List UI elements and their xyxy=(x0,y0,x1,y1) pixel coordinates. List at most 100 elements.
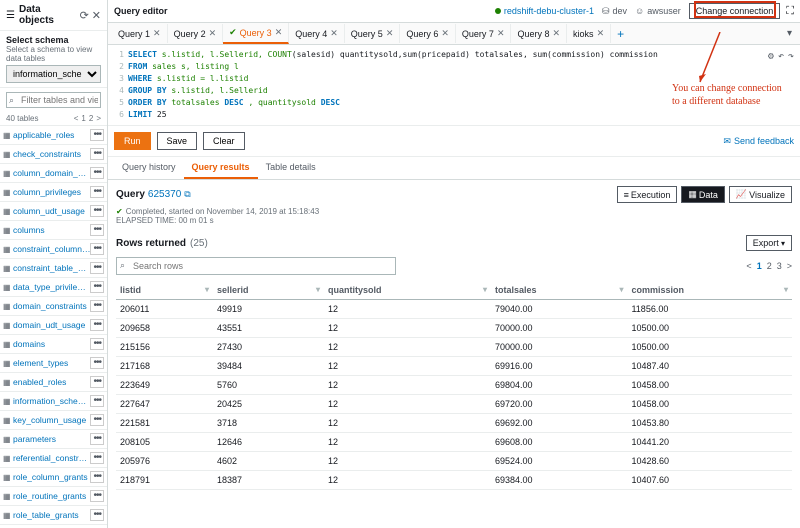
table-row[interactable]: 20597646021269524.0010428.60 xyxy=(116,452,792,471)
more-icon[interactable]: ••• xyxy=(90,395,104,407)
search-rows-input[interactable] xyxy=(116,257,396,275)
table-item[interactable]: ▦referential_constraints••• xyxy=(0,449,107,468)
change-connection-button[interactable]: Change connection xyxy=(689,3,781,19)
page-prev[interactable]: < xyxy=(74,114,79,123)
close-tab-icon[interactable]: ✕ xyxy=(153,28,161,39)
sort-icon[interactable]: ▾ xyxy=(205,285,209,294)
table-item[interactable]: ▦columns••• xyxy=(0,221,107,240)
more-icon[interactable]: ••• xyxy=(90,262,104,274)
visualize-button[interactable]: 📈Visualize xyxy=(729,186,792,203)
more-icon[interactable]: ••• xyxy=(90,319,104,331)
table-item[interactable]: ▦applicable_roles••• xyxy=(0,126,107,145)
table-row[interactable]: 227647204251269720.0010458.00 xyxy=(116,395,792,414)
export-button[interactable]: Export xyxy=(746,235,792,251)
table-item[interactable]: ▦domain_udt_usage••• xyxy=(0,316,107,335)
column-header[interactable]: quantitysold▾ xyxy=(324,281,491,300)
external-link-icon[interactable]: ⧉ xyxy=(184,189,190,200)
table-item[interactable]: ▦column_privileges••• xyxy=(0,183,107,202)
page-total[interactable]: 2 xyxy=(89,114,93,123)
tab-query-results[interactable]: Query results xyxy=(184,157,258,179)
table-row[interactable]: 208105126461269608.0010441.20 xyxy=(116,433,792,452)
more-icon[interactable]: ••• xyxy=(90,281,104,293)
column-header[interactable]: sellerid▾ xyxy=(213,281,324,300)
query-tab[interactable]: Query 6✕ xyxy=(400,24,456,43)
page-next[interactable]: > xyxy=(96,114,101,123)
more-icon[interactable]: ••• xyxy=(90,509,104,521)
rows-page-2[interactable]: 2 xyxy=(767,261,772,271)
table-row[interactable]: 209658435511270000.0010500.00 xyxy=(116,319,792,338)
table-item[interactable]: ▦column_udt_usage••• xyxy=(0,202,107,221)
query-id[interactable]: 625370 xyxy=(148,189,181,200)
table-item[interactable]: ▦key_column_usage••• xyxy=(0,411,107,430)
more-icon[interactable]: ••• xyxy=(90,433,104,445)
table-item[interactable]: ▦element_types••• xyxy=(0,354,107,373)
table-row[interactable]: 217168394841269916.0010487.40 xyxy=(116,357,792,376)
close-tab-icon[interactable]: ✕ xyxy=(441,28,449,39)
close-tab-icon[interactable]: ✕ xyxy=(275,27,283,38)
table-item[interactable]: ▦role_routine_grants••• xyxy=(0,487,107,506)
sort-icon[interactable]: ▾ xyxy=(784,285,788,294)
more-icon[interactable]: ••• xyxy=(90,300,104,312)
close-tab-icon[interactable]: ✕ xyxy=(330,28,338,39)
query-tab[interactable]: Query 5✕ xyxy=(345,24,401,43)
query-tab[interactable]: Query 1✕ xyxy=(112,24,168,43)
table-item[interactable]: ▦enabled_roles••• xyxy=(0,373,107,392)
more-icon[interactable]: ••• xyxy=(90,186,104,198)
sort-icon[interactable]: ▾ xyxy=(316,285,320,294)
close-tab-icon[interactable]: ✕ xyxy=(386,28,394,39)
sort-icon[interactable]: ▾ xyxy=(619,285,623,294)
execution-button[interactable]: ≡Execution xyxy=(617,186,678,203)
rows-prev[interactable]: < xyxy=(746,261,751,271)
more-icon[interactable]: ••• xyxy=(90,452,104,464)
table-item[interactable]: ▦parameters••• xyxy=(0,430,107,449)
editor-redo-icon[interactable]: ↷ xyxy=(788,49,794,64)
column-header[interactable]: commission▾ xyxy=(627,281,792,300)
more-icon[interactable]: ••• xyxy=(90,357,104,369)
table-row[interactable]: 206011499191279040.0011856.00 xyxy=(116,300,792,319)
table-item[interactable]: ▦constraint_column_usage••• xyxy=(0,240,107,259)
fullscreen-icon[interactable]: ⛶ xyxy=(786,5,794,18)
query-tab[interactable]: Query 4✕ xyxy=(289,24,345,43)
tab-query-history[interactable]: Query history xyxy=(114,157,184,179)
sidebar-expand-icon[interactable]: ☰ xyxy=(6,10,15,21)
more-icon[interactable]: ••• xyxy=(90,224,104,236)
rows-next[interactable]: > xyxy=(787,261,792,271)
more-icon[interactable]: ••• xyxy=(90,414,104,426)
filter-tables-input[interactable] xyxy=(6,92,101,108)
tab-table-details[interactable]: Table details xyxy=(258,157,324,179)
close-icon[interactable]: ✕ xyxy=(92,9,101,22)
table-row[interactable]: 22158137181269692.0010453.80 xyxy=(116,414,792,433)
query-tab[interactable]: Query 8✕ xyxy=(511,24,567,43)
refresh-icon[interactable]: ⟳ xyxy=(80,9,89,22)
table-row[interactable]: 215156274301270000.0010500.00 xyxy=(116,338,792,357)
more-icon[interactable]: ••• xyxy=(90,243,104,255)
query-tab[interactable]: kioks✕ xyxy=(567,24,611,43)
table-item[interactable]: ▦constraint_table_usage••• xyxy=(0,259,107,278)
more-icon[interactable]: ••• xyxy=(90,490,104,502)
table-item[interactable]: ▦information_schema_catalog_...••• xyxy=(0,392,107,411)
save-button[interactable]: Save xyxy=(157,132,198,150)
sort-icon[interactable]: ▾ xyxy=(483,285,487,294)
table-item[interactable]: ▦domains••• xyxy=(0,335,107,354)
close-tab-icon[interactable]: ✕ xyxy=(597,28,605,39)
table-item[interactable]: ▦role_column_grants••• xyxy=(0,468,107,487)
column-header[interactable]: totalsales▾ xyxy=(491,281,627,300)
table-item[interactable]: ▦data_type_privileges••• xyxy=(0,278,107,297)
table-item[interactable]: ▦check_constraints••• xyxy=(0,145,107,164)
close-tab-icon[interactable]: ✕ xyxy=(497,28,505,39)
tabs-menu-icon[interactable]: ▾ xyxy=(787,28,796,39)
more-icon[interactable]: ••• xyxy=(90,167,104,179)
table-row[interactable]: 218791183871269384.0010407.60 xyxy=(116,471,792,490)
close-tab-icon[interactable]: ✕ xyxy=(553,28,561,39)
table-item[interactable]: ▦column_domain_usage••• xyxy=(0,164,107,183)
send-feedback-link[interactable]: ✉Send feedback xyxy=(723,136,794,147)
table-row[interactable]: 22364957601269804.0010458.00 xyxy=(116,376,792,395)
table-item[interactable]: ▦domain_constraints••• xyxy=(0,297,107,316)
more-icon[interactable]: ••• xyxy=(90,338,104,350)
more-icon[interactable]: ••• xyxy=(90,148,104,160)
add-tab-button[interactable]: + xyxy=(611,27,630,41)
schema-select[interactable]: information_schema xyxy=(6,65,101,83)
query-tab[interactable]: Query 7✕ xyxy=(456,24,512,43)
editor-undo-icon[interactable]: ↶ xyxy=(778,49,784,64)
column-header[interactable]: listid▾ xyxy=(116,281,213,300)
